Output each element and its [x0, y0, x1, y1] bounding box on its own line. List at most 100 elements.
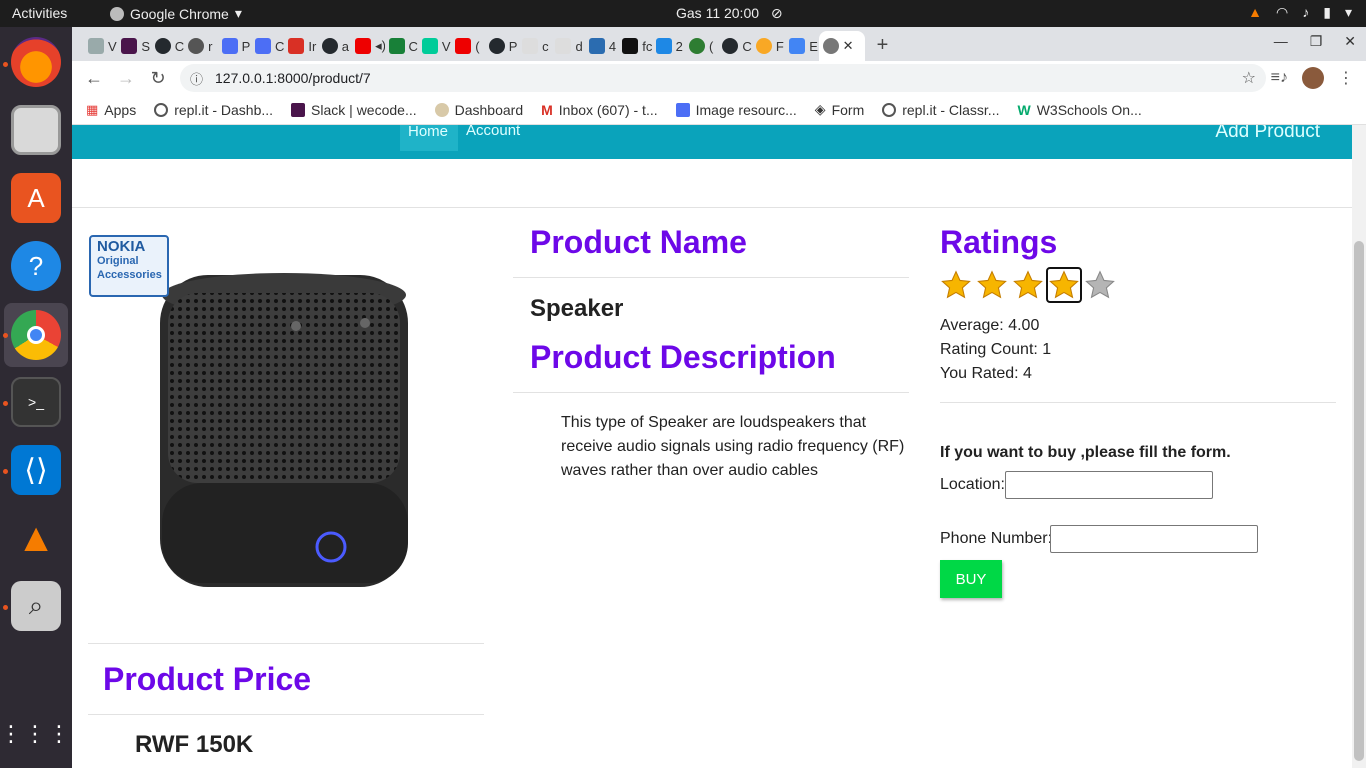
tab-favicon	[421, 38, 438, 54]
scrollbar-thumb[interactable]	[1354, 241, 1364, 761]
chrome-menu-icon[interactable]: ⋮	[1338, 68, 1354, 88]
browser-tab[interactable]: a	[318, 31, 351, 61]
app-menu-label: Google Chrome	[130, 5, 229, 22]
bookmark-item[interactable]: M Inbox (607) - t...	[541, 102, 658, 118]
browser-tab[interactable]: ◂)	[351, 31, 385, 61]
show-apps-grid-icon[interactable]: ⋮⋮⋮	[0, 709, 70, 759]
bookmark-item[interactable]: repl.it - Dashb...	[154, 102, 273, 118]
ratings-heading: Ratings	[940, 224, 1058, 260]
bookmark-item[interactable]: Image resourc...	[675, 102, 797, 118]
chrome-icon[interactable]	[11, 310, 61, 360]
badge-line1: Original	[97, 255, 139, 267]
tab-label: C	[174, 38, 185, 54]
browser-tab[interactable]: V	[418, 31, 451, 61]
browser-tab[interactable]: r	[184, 31, 217, 61]
tab-favicon	[188, 38, 205, 54]
browser-tab[interactable]: Ir	[284, 31, 317, 61]
bookmark-label: Slack | wecode...	[311, 101, 417, 118]
bookmark-item[interactable]: Slack | wecode...	[291, 102, 417, 118]
product-price-heading: Product Price	[103, 661, 312, 697]
bookmarks-bar: ▦ Apps repl.it - Dashb... Slack | wecode.…	[72, 95, 1366, 125]
browser-tab[interactable]: (	[451, 31, 484, 61]
browser-tab[interactable]: (	[685, 31, 718, 61]
vlc-icon[interactable]: ▲	[11, 513, 61, 563]
product-price: RWF 150K	[135, 731, 254, 758]
do-not-disturb-icon: ⊘	[770, 5, 783, 21]
divider	[513, 277, 909, 278]
browser-tab[interactable]: c	[518, 31, 551, 61]
tab-close-icon[interactable]: ✕	[843, 38, 854, 54]
reload-icon[interactable]: ↻	[142, 68, 174, 89]
activities-button[interactable]: Activities	[12, 5, 67, 21]
badge-line2: Accessories	[97, 269, 162, 281]
site-info-icon[interactable]: ⓘ	[190, 69, 203, 88]
screenshot-search-icon[interactable]: ⌕	[11, 581, 61, 631]
browser-tab[interactable]: C	[385, 31, 418, 61]
browser-tab[interactable]: C	[151, 31, 184, 61]
phone-number-label: Phone Number:	[940, 530, 1053, 547]
app-menu[interactable]: Google Chrome ▾	[110, 5, 242, 22]
software-center-icon[interactable]: A	[11, 173, 61, 223]
phone-number-input[interactable]	[1050, 525, 1258, 553]
files-icon[interactable]	[11, 105, 61, 155]
window-controls: — ❐ ✕	[1274, 33, 1356, 50]
profile-avatar[interactable]	[1302, 67, 1324, 89]
terminal-icon[interactable]: >_	[11, 377, 61, 427]
rating-stars[interactable]	[940, 267, 1116, 303]
forward-arrow-icon[interactable]: →	[110, 68, 142, 89]
globe-icon	[822, 38, 839, 54]
browser-tab[interactable]: C	[251, 31, 284, 61]
power-menu-icon: ▾	[1344, 4, 1352, 20]
bookmark-apps[interactable]: ▦ Apps	[86, 102, 136, 118]
star-icon-filled[interactable]	[1012, 269, 1044, 301]
vscode-icon[interactable]: ⟨⟩	[11, 445, 61, 495]
browser-tab[interactable]: E	[785, 31, 818, 61]
star-icon-filled[interactable]	[940, 269, 972, 301]
bookmark-item[interactable]: ◈ Form	[815, 101, 864, 118]
page-scrollbar[interactable]	[1352, 125, 1366, 768]
browser-tab[interactable]: V	[84, 31, 117, 61]
nav-add-product-link[interactable]: Add Product	[1215, 125, 1320, 143]
new-tab-button[interactable]: +	[877, 31, 889, 61]
browser-tab[interactable]: 4	[585, 31, 618, 61]
help-icon[interactable]: ?	[11, 241, 61, 291]
browser-window: V S C r P C Ir a ◂) C V ( P c d 4 fc 2 (…	[72, 27, 1366, 768]
browser-tab[interactable]: 2	[652, 31, 685, 61]
browser-tab[interactable]: P	[485, 31, 518, 61]
browser-tab[interactable]: S	[117, 31, 150, 61]
browser-tab-active[interactable]: ✕	[818, 31, 865, 61]
system-tray[interactable]: ▲ ◠ ♪ ▮ ▾	[1248, 4, 1352, 21]
tab-favicon	[355, 38, 372, 54]
location-input[interactable]	[1005, 471, 1213, 499]
tab-label: 2	[675, 38, 683, 54]
url-text: 127.0.0.1:8000/product/7	[215, 70, 371, 86]
browser-tab[interactable]: fc	[618, 31, 652, 61]
star-icon-filled[interactable]	[976, 269, 1008, 301]
star-icon-filled-selected[interactable]	[1046, 267, 1082, 303]
browser-tab[interactable]: P	[218, 31, 251, 61]
bookmark-star-icon[interactable]: ☆	[1242, 68, 1256, 88]
media-controls-icon[interactable]: ≡♪	[1271, 69, 1288, 87]
running-indicator	[3, 333, 8, 338]
caret-down-icon: ▾	[234, 5, 242, 21]
bookmark-item[interactable]: repl.it - Classr...	[882, 102, 999, 118]
maximize-icon[interactable]: ❐	[1310, 33, 1323, 50]
nav-account-link[interactable]: Account	[466, 125, 520, 139]
bookmark-label: repl.it - Classr...	[902, 101, 1000, 118]
firefox-icon[interactable]	[11, 37, 61, 87]
bookmark-item[interactable]: W W3Schools On...	[1017, 102, 1141, 118]
minimize-icon[interactable]: —	[1274, 33, 1288, 50]
star-icon-empty[interactable]	[1084, 269, 1116, 301]
nav-home-link[interactable]: Home	[400, 125, 458, 151]
browser-tab[interactable]: F	[752, 31, 785, 61]
close-window-icon[interactable]: ✕	[1344, 33, 1356, 50]
browser-tab[interactable]: d	[551, 31, 584, 61]
rating-you-rated: You Rated: 4	[940, 365, 1032, 382]
clock[interactable]: Gas 11 20:00 ⊘	[676, 5, 783, 22]
bookmark-item[interactable]: Dashboard	[434, 102, 523, 118]
browser-tab[interactable]: C	[718, 31, 752, 61]
buy-form-prompt: If you want to buy ,please fill the form…	[940, 444, 1231, 461]
address-bar[interactable]: ⓘ 127.0.0.1:8000/product/7 ☆	[180, 64, 1266, 92]
buy-button[interactable]: BUY	[940, 560, 1002, 598]
back-arrow-icon[interactable]: ←	[78, 68, 110, 89]
